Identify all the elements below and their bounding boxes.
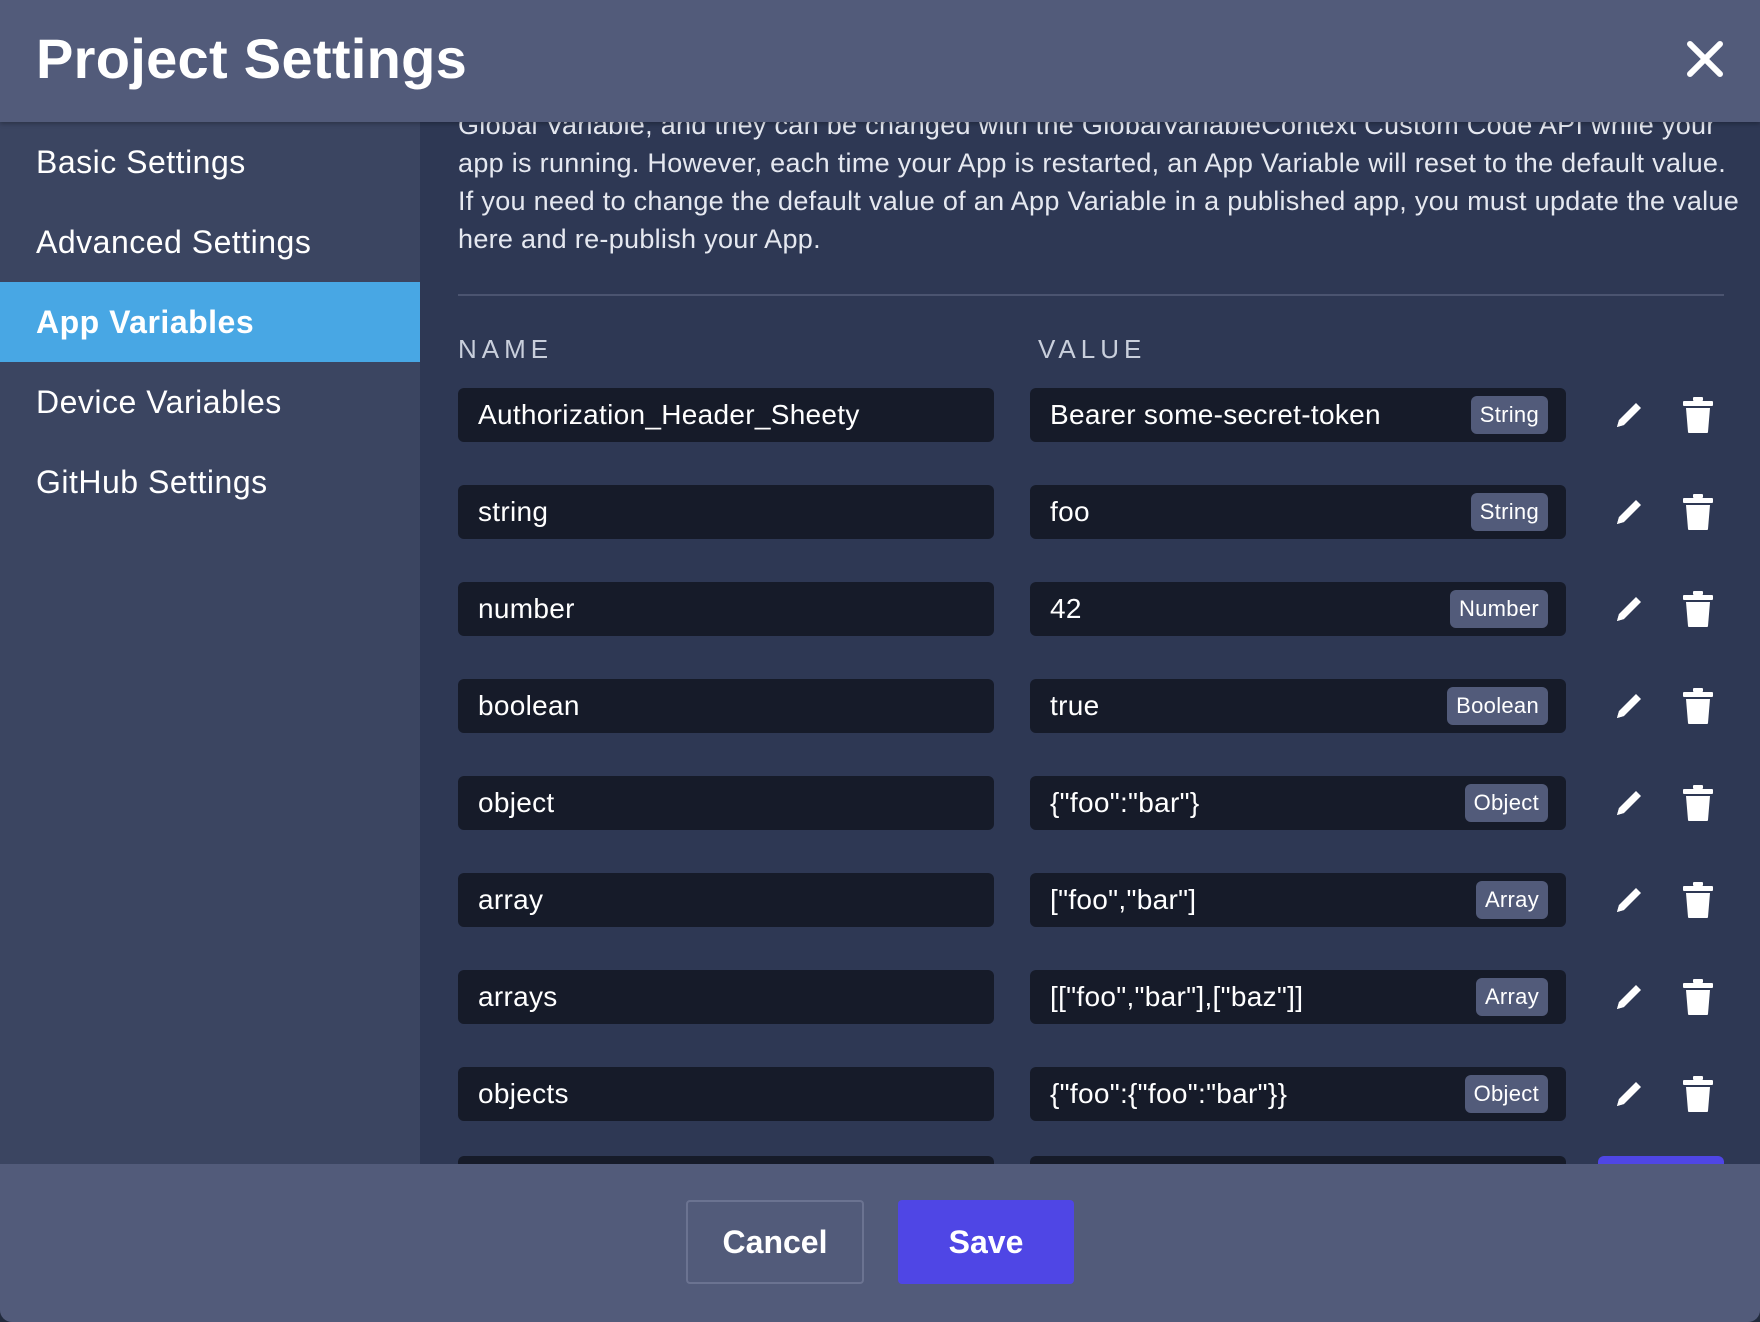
delete-variable-button[interactable] xyxy=(1682,687,1714,725)
app-variables-panel[interactable]: Global Variable, and they can be changed… xyxy=(420,122,1760,1164)
edit-variable-button[interactable] xyxy=(1612,883,1646,917)
variable-value-text: [["foo","bar"],["baz"]] xyxy=(1050,981,1304,1012)
pencil-icon xyxy=(1617,500,1641,524)
delete-variable-button[interactable] xyxy=(1682,590,1714,628)
variable-value-field[interactable]: 42 Number xyxy=(1030,582,1566,636)
edit-variable-button[interactable] xyxy=(1612,495,1646,529)
trash-icon xyxy=(1683,785,1713,821)
variable-value-text: foo xyxy=(1050,496,1090,527)
variable-value-field[interactable]: Bearer some-secret-token String xyxy=(1030,388,1566,442)
add-variable-button-partial[interactable] xyxy=(1598,1156,1724,1164)
variable-value-field[interactable]: {"foo":{"foo":"bar"}} Object xyxy=(1030,1067,1566,1121)
variable-value-text: ["foo","bar"] xyxy=(1050,884,1197,915)
pencil-icon xyxy=(1617,985,1641,1009)
name-column-header: NAME xyxy=(458,334,554,364)
edit-variable-button[interactable] xyxy=(1612,689,1646,723)
pencil-icon xyxy=(1617,1082,1641,1106)
variable-value-text: 42 xyxy=(1050,593,1082,624)
variable-row: object {"foo":"bar"} Object xyxy=(458,776,1724,830)
next-row-value-field-partial[interactable] xyxy=(1030,1156,1566,1164)
variable-row: string foo String xyxy=(458,485,1724,539)
variable-value-field[interactable]: {"foo":"bar"} Object xyxy=(1030,776,1566,830)
settings-sidebar: Basic Settings Advanced Settings App Var… xyxy=(0,122,420,1164)
variable-value-field[interactable]: true Boolean xyxy=(1030,679,1566,733)
value-column-header: VALUE xyxy=(1038,334,1147,364)
trash-icon xyxy=(1683,591,1713,627)
pencil-icon xyxy=(1617,694,1641,718)
variable-type-badge: String xyxy=(1470,493,1548,531)
variable-type-badge: String xyxy=(1470,396,1548,434)
project-settings-dialog: Project Settings Basic Settings Advanced… xyxy=(0,0,1760,1322)
delete-variable-button[interactable] xyxy=(1682,493,1714,531)
variable-name-field[interactable]: objects xyxy=(458,1067,994,1121)
pencil-icon xyxy=(1617,403,1641,427)
trash-icon xyxy=(1683,688,1713,724)
variable-row: objects {"foo":{"foo":"bar"}} Object xyxy=(458,1067,1724,1121)
edit-variable-button[interactable] xyxy=(1612,1077,1646,1111)
pencil-icon xyxy=(1617,888,1641,912)
variable-name-field[interactable]: string xyxy=(458,485,994,539)
variable-row: Authorization_Header_Sheety Bearer some-s… xyxy=(458,388,1724,442)
variable-name-field[interactable]: boolean xyxy=(458,679,994,733)
dialog-header: Project Settings xyxy=(0,0,1760,122)
variable-value-text: {"foo":{"foo":"bar"}} xyxy=(1050,1078,1288,1109)
dialog-title: Project Settings xyxy=(36,27,468,90)
variable-value-text: {"foo":"bar"} xyxy=(1050,787,1200,818)
save-button[interactable]: Save xyxy=(898,1200,1074,1284)
edit-variable-button[interactable] xyxy=(1612,592,1646,626)
variable-name-field[interactable]: number xyxy=(458,582,994,636)
variable-type-badge: Object xyxy=(1464,1075,1548,1113)
delete-variable-button[interactable] xyxy=(1682,784,1714,822)
variable-row: array ["foo","bar"] Array xyxy=(458,873,1724,927)
variable-row: boolean true Boolean xyxy=(458,679,1724,733)
sidebar-item-app-variables[interactable]: App Variables xyxy=(0,282,420,362)
delete-variable-button[interactable] xyxy=(1682,978,1714,1016)
dialog-footer: Cancel Save xyxy=(0,1164,1760,1322)
variable-row: arrays [["foo","bar"],["baz"]] Array xyxy=(458,970,1724,1024)
pencil-icon xyxy=(1617,791,1641,815)
variable-value-text: true xyxy=(1050,690,1100,721)
trash-icon xyxy=(1683,979,1713,1015)
close-icon xyxy=(1687,41,1723,77)
variable-name-field[interactable]: object xyxy=(458,776,994,830)
variable-type-badge: Boolean xyxy=(1447,687,1548,725)
app-variables-description: Global Variable, and they can be changed… xyxy=(458,122,1740,254)
variable-name-field[interactable]: Authorization_Header_Sheety xyxy=(458,388,994,442)
delete-variable-button[interactable] xyxy=(1682,881,1714,919)
variable-name-field[interactable]: array xyxy=(458,873,994,927)
delete-variable-button[interactable] xyxy=(1682,1075,1714,1113)
sidebar-item-advanced-settings[interactable]: Advanced Settings xyxy=(0,202,420,282)
variable-type-badge: Array xyxy=(1475,978,1548,1016)
trash-icon xyxy=(1683,1076,1713,1112)
divider xyxy=(458,294,1724,296)
variable-type-badge: Object xyxy=(1464,784,1548,822)
delete-variable-button[interactable] xyxy=(1682,396,1714,434)
sidebar-item-device-variables[interactable]: Device Variables xyxy=(0,362,420,442)
pencil-icon xyxy=(1617,597,1641,621)
variable-value-text: Bearer some-secret-token xyxy=(1050,399,1381,430)
close-button[interactable] xyxy=(1680,34,1730,84)
trash-icon xyxy=(1683,494,1713,530)
edit-variable-button[interactable] xyxy=(1612,398,1646,432)
cancel-button[interactable]: Cancel xyxy=(686,1200,864,1284)
variable-value-field[interactable]: ["foo","bar"] Array xyxy=(1030,873,1566,927)
edit-variable-button[interactable] xyxy=(1612,980,1646,1014)
sidebar-item-basic-settings[interactable]: Basic Settings xyxy=(0,122,420,202)
sidebar-item-github-settings[interactable]: GitHub Settings xyxy=(0,442,420,522)
next-row-name-field-partial[interactable] xyxy=(458,1156,994,1164)
variable-row: number 42 Number xyxy=(458,582,1724,636)
variable-value-field[interactable]: foo String xyxy=(1030,485,1566,539)
variable-type-badge: Number xyxy=(1449,590,1548,628)
variable-value-field[interactable]: [["foo","bar"],["baz"]] Array xyxy=(1030,970,1566,1024)
edit-variable-button[interactable] xyxy=(1612,786,1646,820)
variable-name-field[interactable]: arrays xyxy=(458,970,994,1024)
trash-icon xyxy=(1683,397,1713,433)
variable-type-badge: Array xyxy=(1475,881,1548,919)
trash-icon xyxy=(1683,882,1713,918)
